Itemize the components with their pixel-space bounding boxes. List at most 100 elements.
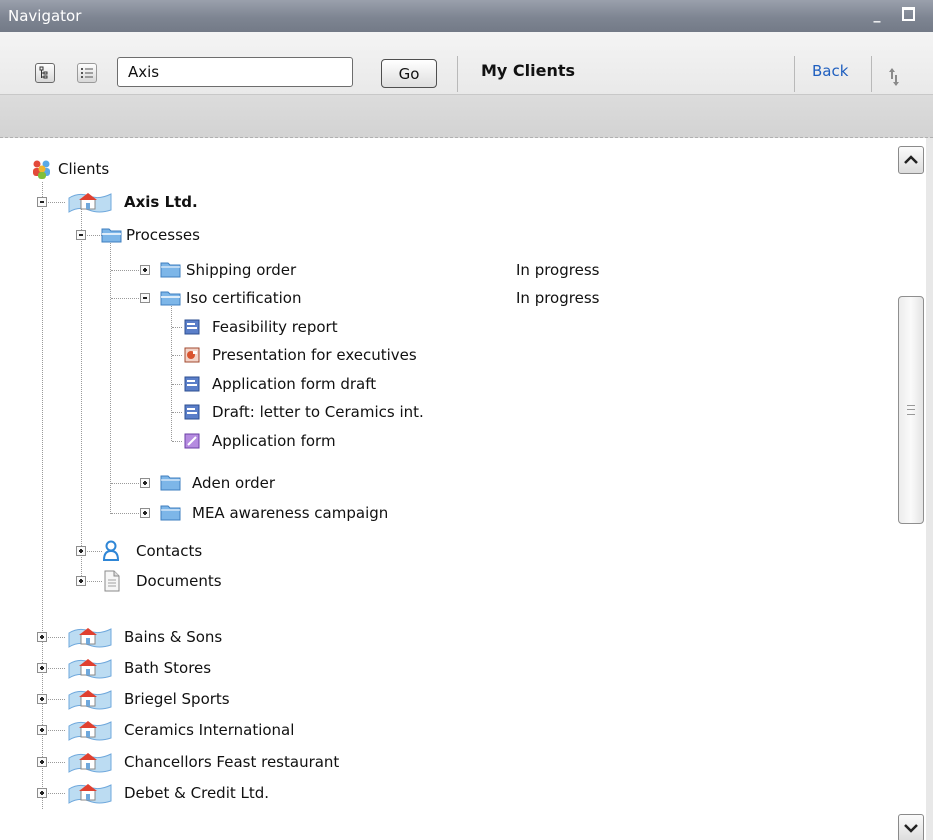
chevron-up-icon: [904, 155, 918, 164]
tree-label: Debet & Credit Ltd.: [124, 784, 270, 802]
tree-label: Ceramics International: [124, 721, 295, 739]
tree-node-document[interactable]: Application form draft: [0, 372, 600, 396]
expand-toggle[interactable]: [140, 265, 150, 275]
folder-open-icon: [101, 228, 122, 243]
company-icon: [68, 721, 112, 741]
collapse-toggle[interactable]: [76, 230, 86, 240]
grip-icon: [907, 405, 915, 415]
expand-toggle[interactable]: [37, 694, 47, 704]
tree-node-process[interactable]: Iso certification In progress: [0, 286, 700, 310]
maximize-button[interactable]: [897, 0, 919, 30]
tree-label: Presentation for executives: [212, 346, 417, 364]
tree-label: Briegel Sports: [124, 690, 230, 708]
tree-label: Bains & Sons: [124, 628, 223, 646]
tree-node-process[interactable]: MEA awareness campaign: [0, 501, 600, 525]
company-icon: [68, 753, 112, 773]
window-title: Navigator: [8, 7, 82, 25]
document-icon: [104, 570, 120, 592]
word-doc-icon: [184, 404, 200, 420]
tree-node-process[interactable]: Shipping order In progress: [0, 258, 700, 282]
scroll-up-button[interactable]: [898, 146, 924, 174]
filter-band: [0, 95, 933, 138]
search-input[interactable]: [117, 57, 353, 87]
chevron-down-icon: [904, 824, 918, 833]
tree-node-contacts[interactable]: Contacts: [0, 539, 400, 563]
tree-node-client[interactable]: Chancellors Feast restaurant: [0, 750, 500, 774]
contact-person-icon: [102, 540, 120, 561]
tree-label: Axis Ltd.: [124, 193, 198, 211]
tree-node-client[interactable]: Debet & Credit Ltd.: [0, 781, 500, 805]
tree-node-client[interactable]: Briegel Sports: [0, 687, 500, 711]
tree-label: MEA awareness campaign: [192, 504, 389, 522]
tree-label: Aden order: [192, 474, 276, 492]
tree-label: Documents: [136, 572, 222, 590]
tree-label: Processes: [126, 226, 200, 244]
tree-label: Application form: [212, 432, 336, 450]
collapse-toggle[interactable]: [37, 197, 47, 207]
expand-toggle[interactable]: [140, 478, 150, 488]
minimize-button[interactable]: _: [866, 0, 888, 30]
tree-label: Shipping order: [186, 261, 297, 279]
company-icon: [68, 659, 112, 679]
tree-label: Clients: [58, 160, 110, 178]
tree-node-axis-ltd[interactable]: Axis Ltd.: [0, 190, 300, 214]
tree-node-client[interactable]: Bath Stores: [0, 656, 500, 680]
navigator-window: Navigator _ Go My Clients Ba: [0, 0, 933, 840]
expand-toggle[interactable]: [37, 725, 47, 735]
tree-node-clients[interactable]: Clients: [0, 157, 300, 181]
process-status: In progress: [516, 261, 600, 279]
company-icon: [68, 628, 112, 648]
tree-node-document[interactable]: Presentation for executives: [0, 343, 600, 367]
back-link[interactable]: Back: [812, 62, 848, 80]
tree-label: Feasibility report: [212, 318, 338, 336]
scroll-thumb[interactable]: [898, 296, 924, 524]
company-icon: [68, 690, 112, 710]
scroll-down-button[interactable]: [898, 814, 924, 840]
company-icon: [68, 784, 112, 804]
tree-node-client[interactable]: Ceramics International: [0, 718, 500, 742]
clients-group-icon: [33, 160, 50, 179]
expand-toggle[interactable]: [37, 663, 47, 673]
list-view-icon: [81, 68, 93, 78]
tree-label: Bath Stores: [124, 659, 212, 677]
company-icon: [68, 193, 112, 213]
location-title: My Clients: [481, 61, 576, 80]
word-doc-icon: [184, 376, 200, 392]
tree-node-document[interactable]: Application form: [0, 429, 600, 453]
tree-node-document[interactable]: Draft: letter to Ceramics int.: [0, 400, 600, 424]
tree-label: Iso certification: [186, 289, 302, 307]
tree-label: Draft: letter to Ceramics int.: [212, 403, 424, 421]
tree-node-document[interactable]: Feasibility report: [0, 315, 600, 339]
toolbar-divider: [871, 56, 872, 92]
client-tree: Clients Axis Ltd. Processes Shipping ord…: [0, 138, 893, 840]
tree-node-processes[interactable]: Processes: [0, 223, 300, 247]
go-button[interactable]: Go: [381, 59, 437, 88]
refresh-icon[interactable]: [887, 66, 901, 88]
expand-toggle[interactable]: [76, 546, 86, 556]
toolbar-divider: [794, 56, 795, 92]
title-bar[interactable]: Navigator _: [0, 0, 933, 32]
expand-toggle[interactable]: [37, 757, 47, 767]
toolbar: Go My Clients Back: [0, 32, 933, 95]
folder-icon: [160, 475, 181, 491]
list-view-button[interactable]: [77, 63, 97, 83]
tree-label: Chancellors Feast restaurant: [124, 753, 340, 771]
expand-toggle[interactable]: [76, 576, 86, 586]
word-doc-icon: [184, 319, 200, 335]
process-status: In progress: [516, 289, 600, 307]
form-icon: [184, 433, 200, 449]
expand-toggle[interactable]: [37, 788, 47, 798]
tree-view-icon: [39, 66, 48, 79]
expand-toggle[interactable]: [140, 508, 150, 518]
tree-node-documents[interactable]: Documents: [0, 569, 400, 593]
collapse-toggle[interactable]: [140, 293, 150, 303]
tree-view-button[interactable]: [35, 63, 55, 83]
tree-label: Application form draft: [212, 375, 377, 393]
expand-toggle[interactable]: [37, 632, 47, 642]
folder-icon: [160, 262, 181, 278]
toolbar-divider: [457, 56, 458, 92]
tree-node-client[interactable]: Bains & Sons: [0, 625, 500, 649]
tree-node-process[interactable]: Aden order: [0, 471, 600, 495]
folder-icon: [160, 505, 181, 521]
maximize-icon: [901, 6, 915, 21]
